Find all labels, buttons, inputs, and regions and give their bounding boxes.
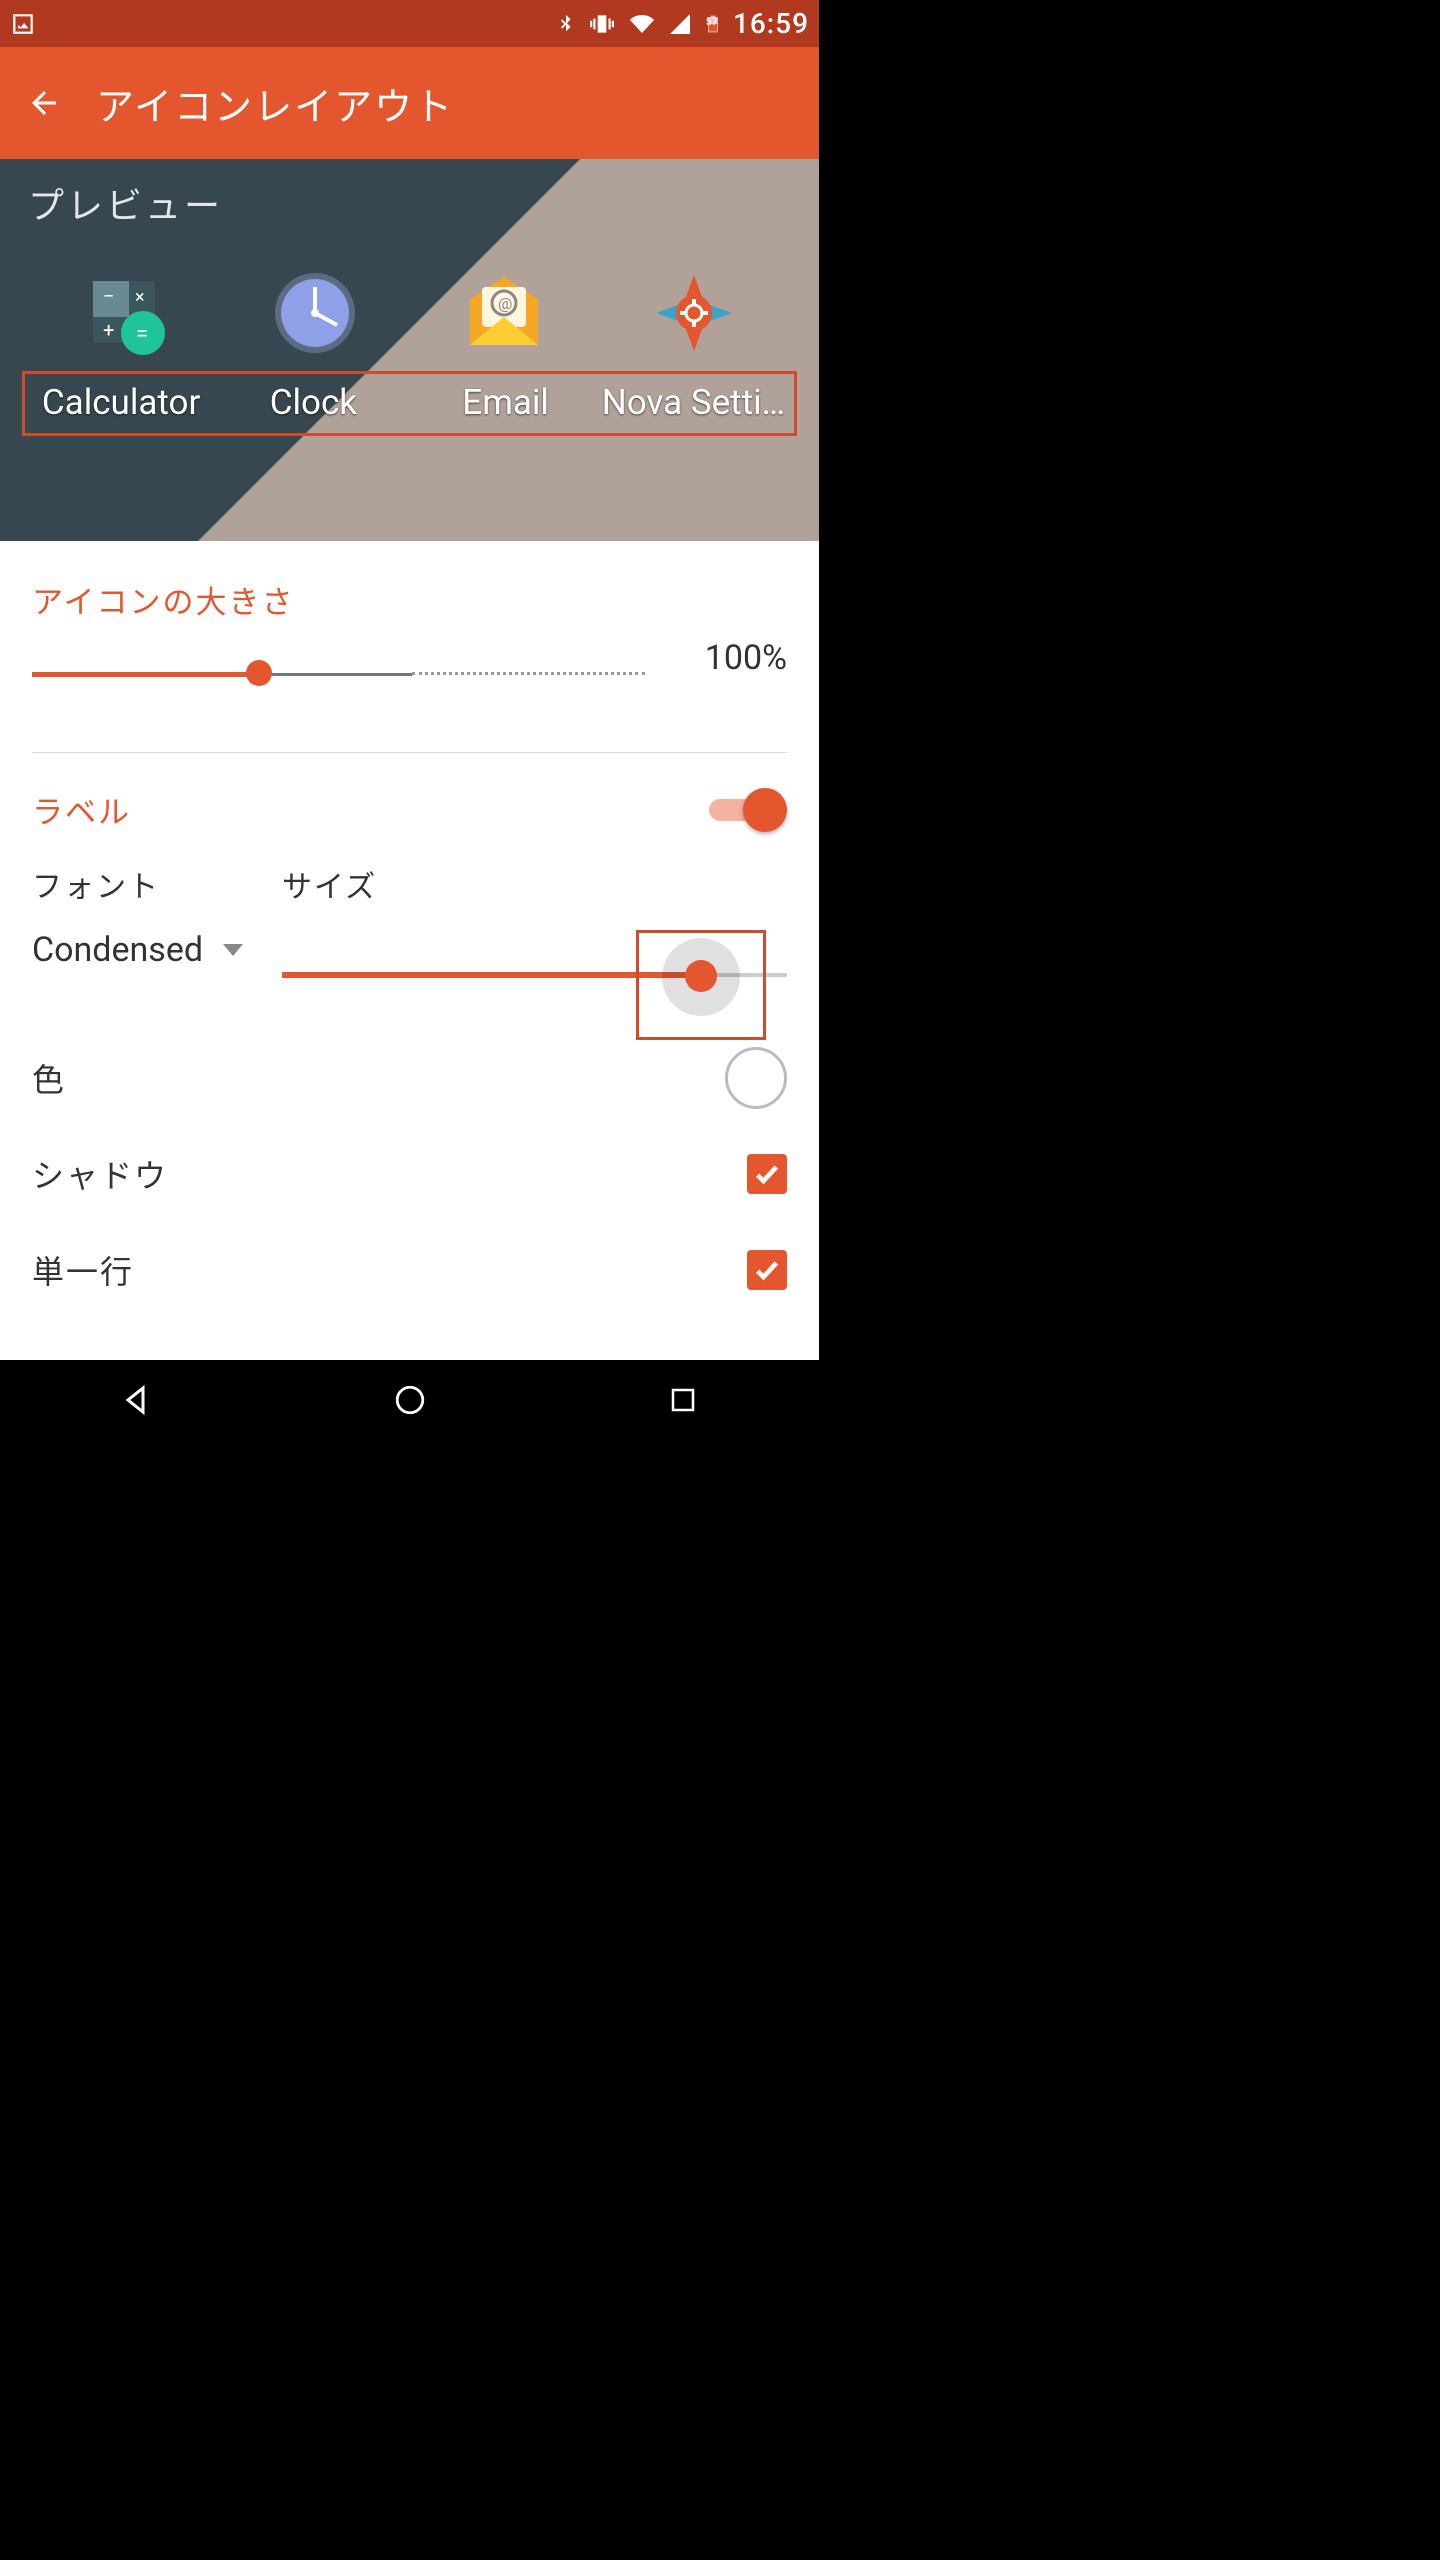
settings-body: アイコンの大きさ 100% ラベル フォント Condensed [0, 541, 819, 1318]
battery-icon: 57 [703, 10, 723, 38]
font-value: Condensed [32, 930, 203, 970]
email-app-icon: @ [460, 269, 548, 357]
chevron-down-icon [223, 944, 243, 956]
slider-track-dotted [412, 672, 645, 675]
svg-text:×: × [135, 287, 145, 308]
icon-size-value: 100% [677, 638, 787, 678]
preview-app-clock [220, 269, 410, 357]
preview-label-nova: Nova Settin… [602, 374, 794, 433]
vibrate-icon [587, 11, 617, 37]
divider [32, 752, 787, 753]
svg-text:@: @ [498, 294, 512, 313]
preview-icon-row: − × + = [0, 229, 819, 357]
preview-label-email: Email [410, 374, 602, 433]
font-label: フォント [32, 862, 242, 906]
preview-labels-highlight: Calculator Clock Email Nova Settin… [22, 371, 797, 436]
svg-text:+: + [103, 318, 114, 342]
app-bar: アイコンレイアウト [0, 47, 819, 159]
label-color-swatch[interactable] [725, 1047, 787, 1109]
bluetooth-icon [555, 11, 577, 37]
calculator-app-icon: − × + = [81, 269, 169, 357]
cell-signal-icon [667, 12, 693, 36]
svg-text:=: = [136, 322, 148, 347]
battery-text: 57 [706, 17, 717, 28]
status-bar: 57 16:59 [0, 0, 819, 47]
single-line-label: 単一行 [32, 1247, 134, 1293]
slider-thumb[interactable] [685, 960, 717, 992]
nova-settings-app-icon [650, 269, 738, 357]
shadow-checkbox[interactable] [747, 1154, 787, 1194]
switch-thumb [743, 788, 787, 832]
color-label: 色 [32, 1055, 66, 1101]
svg-text:−: − [103, 284, 114, 308]
status-time: 16:59 [733, 7, 809, 40]
picture-icon [10, 11, 36, 37]
square-recents-icon [668, 1385, 698, 1415]
nav-recents-button[interactable] [623, 1370, 743, 1430]
label-size-slider[interactable] [282, 930, 787, 1020]
nav-back-button[interactable] [77, 1370, 197, 1430]
font-dropdown[interactable]: Condensed [32, 930, 242, 970]
slider-fill [32, 672, 259, 677]
labels-title: ラベル [32, 787, 131, 832]
preview-label-calculator: Calculator [25, 374, 217, 433]
icon-size-slider[interactable] [32, 654, 645, 694]
check-icon [753, 1256, 781, 1284]
back-button[interactable] [16, 75, 72, 131]
preview-app-calculator: − × + = [30, 269, 220, 357]
slider-thumb[interactable] [246, 660, 272, 686]
preview-panel: プレビュー − × + = [0, 159, 819, 541]
preview-label-clock: Clock [217, 374, 409, 433]
wifi-icon [627, 12, 657, 36]
nav-home-button[interactable] [350, 1370, 470, 1430]
preview-heading: プレビュー [0, 159, 819, 229]
check-icon [753, 1160, 781, 1188]
shadow-label: シャドウ [32, 1151, 168, 1197]
navigation-bar [0, 1360, 819, 1440]
page-title: アイコンレイアウト [96, 76, 454, 131]
clock-app-icon [271, 269, 359, 357]
label-size-label: サイズ [282, 862, 787, 906]
circle-home-icon [393, 1383, 427, 1417]
icon-size-title: アイコンの大きさ [32, 577, 787, 622]
labels-toggle[interactable] [709, 788, 787, 832]
preview-app-nova-settings [599, 269, 789, 357]
arrow-back-icon [26, 85, 62, 121]
triangle-back-icon [119, 1382, 155, 1418]
preview-app-email: @ [410, 269, 600, 357]
single-line-checkbox[interactable] [747, 1250, 787, 1290]
device-frame: 57 16:59 アイコンレイアウト プレビュー − × [0, 0, 819, 1440]
